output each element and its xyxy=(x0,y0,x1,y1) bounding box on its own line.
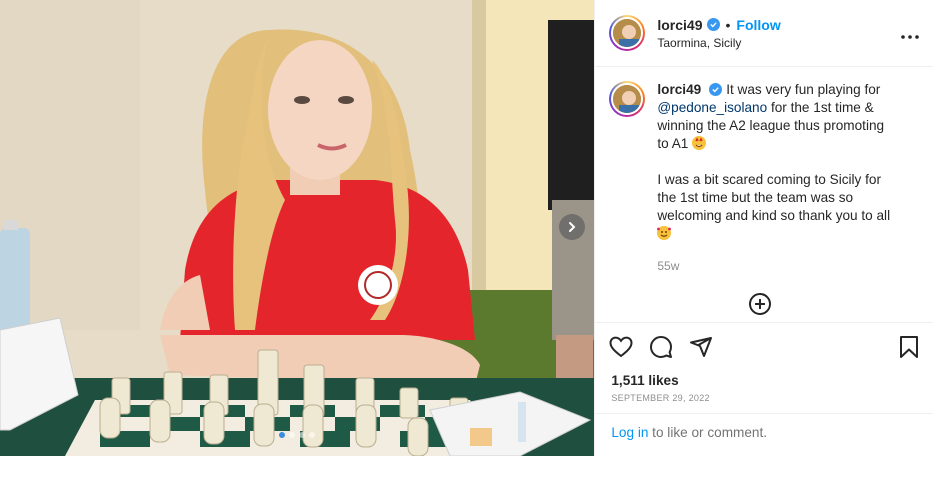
header-text: lorci49 • Follow Taormina, Sicily xyxy=(657,17,901,50)
heart-icon xyxy=(609,336,633,358)
separator-dot: • xyxy=(725,16,731,33)
more-options-button[interactable] xyxy=(901,23,919,44)
action-bar xyxy=(595,323,933,371)
verified-badge-icon xyxy=(706,18,720,31)
avatar-photo xyxy=(613,85,642,113)
likes-count[interactable]: 1,511 likes xyxy=(595,373,933,388)
username-link[interactable]: lorci49 xyxy=(657,17,702,33)
next-slide-button[interactable] xyxy=(559,214,585,240)
avatar-photo xyxy=(613,19,642,47)
post-photo[interactable] xyxy=(0,0,595,456)
like-button[interactable] xyxy=(609,336,633,358)
header-row: lorci49 • Follow xyxy=(657,17,901,33)
login-link[interactable]: Log in xyxy=(611,425,648,440)
post-header: lorci49 • Follow Taormina, Sicily xyxy=(595,0,933,67)
carousel-dot xyxy=(299,432,306,438)
caption-avatar[interactable] xyxy=(609,81,646,117)
bookmark-icon xyxy=(900,336,918,358)
save-button[interactable] xyxy=(899,335,919,359)
caption-text: lorci49 It was very fun playing for @pedo… xyxy=(657,81,893,322)
check-icon xyxy=(712,87,719,93)
check-icon xyxy=(709,22,717,28)
comment-button[interactable] xyxy=(649,335,673,359)
more-horizontal-icon xyxy=(901,34,919,39)
hearts-face-icon xyxy=(657,227,672,237)
comment-icon xyxy=(650,336,673,358)
caption-text-part1: It was very fun playing for xyxy=(726,82,881,97)
caption-paragraph-2: I was a bit scared coming to Sicily for … xyxy=(657,171,893,243)
carousel-dot-active xyxy=(279,432,286,438)
caption-section: lorci49 It was very fun playing for @pedo… xyxy=(595,67,933,323)
instagram-post: lorci49 • Follow Taormina, Sicily lorci4… xyxy=(0,0,933,456)
follow-button[interactable]: Follow xyxy=(736,17,780,33)
smiling-hearts-emoji-icon xyxy=(657,226,672,240)
caption-username[interactable]: lorci49 xyxy=(657,82,701,97)
avatar-image xyxy=(611,83,644,115)
plus-circle-icon xyxy=(755,299,766,309)
login-prompt: Log in to like or comment. xyxy=(595,414,933,451)
verified-badge-icon xyxy=(709,83,723,96)
star-struck-emoji-icon xyxy=(692,136,707,150)
chevron-right-icon xyxy=(569,222,576,232)
caption-paragraph-1: lorci49 It was very fun playing for @pedo… xyxy=(657,81,893,153)
carousel-dot xyxy=(309,432,316,438)
avatar[interactable] xyxy=(609,15,646,51)
carousel-dots xyxy=(0,432,594,438)
share-icon xyxy=(690,337,713,357)
login-prompt-text: to like or comment. xyxy=(648,425,768,440)
post-time-ago[interactable]: 55w xyxy=(657,257,893,275)
chess-player-photo xyxy=(0,0,595,456)
caption-paragraph-2-text: I was a bit scared coming to Sicily for … xyxy=(657,172,891,223)
location-link[interactable]: Taormina, Sicily xyxy=(657,36,901,50)
post-side-panel: lorci49 • Follow Taormina, Sicily lorci4… xyxy=(594,0,933,456)
share-button[interactable] xyxy=(689,335,713,359)
post-date: SEPTEMBER 29, 2022 xyxy=(595,393,933,414)
carousel-dot xyxy=(289,432,296,438)
star-eyes-icon xyxy=(695,137,703,148)
avatar-image xyxy=(611,17,644,49)
mention-link[interactable]: @pedone_isolano xyxy=(657,100,767,115)
